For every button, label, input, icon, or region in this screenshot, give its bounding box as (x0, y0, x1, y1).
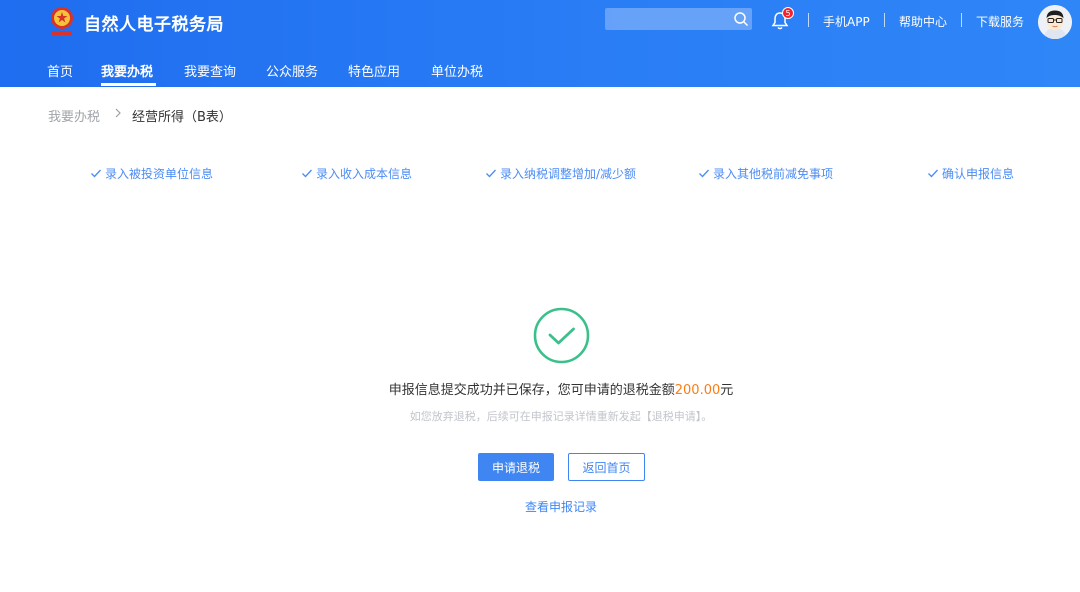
divider (808, 13, 809, 27)
check-icon (699, 169, 709, 178)
site-title[interactable]: 自然人电子税务局 (84, 10, 224, 35)
step-label: 确认申报信息 (942, 166, 1015, 181)
nav-query[interactable]: 我要查询 (184, 61, 236, 80)
step-confirm-info: 确认申报信息 (927, 165, 1014, 181)
step-label: 录入其他税前减免事项 (713, 166, 834, 181)
divider (884, 13, 885, 27)
nav-special-apps[interactable]: 特色应用 (348, 61, 400, 80)
success-message: 申报信息提交成功并已保存，您可申请的退税金额200.00元 (0, 379, 1080, 398)
nav-file-tax[interactable]: 我要办税 (101, 61, 153, 80)
nav-home[interactable]: 首页 (47, 61, 73, 80)
user-avatar-icon (1038, 5, 1072, 39)
step-investee-info: 录入被投资单位信息 (90, 165, 213, 181)
apply-refund-button[interactable]: 申请退税 (478, 453, 554, 481)
step-income-cost: 录入收入成本信息 (301, 165, 412, 181)
chevron-right-icon (115, 108, 121, 118)
step-label: 录入被投资单位信息 (105, 166, 214, 181)
download-service-link[interactable]: 下载服务 (976, 13, 1024, 30)
step-label: 录入纳税调整增加/减少额 (500, 166, 637, 181)
tax-emblem-icon[interactable] (48, 5, 76, 37)
check-icon (91, 169, 101, 178)
check-icon (302, 169, 312, 178)
return-home-button[interactable]: 返回首页 (568, 453, 645, 481)
nav-public-service[interactable]: 公众服务 (266, 61, 318, 80)
help-center-link[interactable]: 帮助中心 (899, 13, 947, 30)
check-icon (486, 169, 496, 178)
success-check-icon (533, 307, 590, 364)
search-input[interactable] (605, 8, 729, 30)
step-other-deductions: 录入其他税前减免事项 (698, 165, 833, 181)
breadcrumb-current: 经营所得（B表） (132, 110, 232, 125)
top-header: 自然人电子税务局 5 手机APP 帮助中心 下载服务 首页 我要办税 我要查询 … (0, 0, 1080, 87)
step-tax-adjustment: 录入纳税调整增加/减少额 (485, 165, 636, 181)
divider (961, 13, 962, 27)
refund-amount: 200.00 (674, 383, 721, 398)
mobile-app-link[interactable]: 手机APP (823, 13, 870, 30)
view-records-link[interactable]: 查看申报记录 (0, 498, 1080, 515)
nav-employer-tax[interactable]: 单位办税 (431, 61, 483, 80)
refund-hint: 如您放弃退税，后续可在申报记录详情重新发起【退税申请】。 (409, 410, 713, 423)
avatar[interactable] (1038, 5, 1072, 39)
currency-unit: 元 (720, 383, 734, 398)
success-message-text: 申报信息提交成功并已保存，您可申请的退税金额 (388, 383, 675, 398)
search-box[interactable] (605, 8, 752, 30)
nav-active-indicator (101, 83, 156, 86)
notification-badge: 5 (782, 7, 794, 19)
check-icon (928, 169, 938, 178)
step-label: 录入收入成本信息 (316, 166, 413, 181)
search-icon[interactable] (733, 11, 749, 27)
breadcrumb-file-tax[interactable]: 我要办税 (48, 106, 100, 125)
